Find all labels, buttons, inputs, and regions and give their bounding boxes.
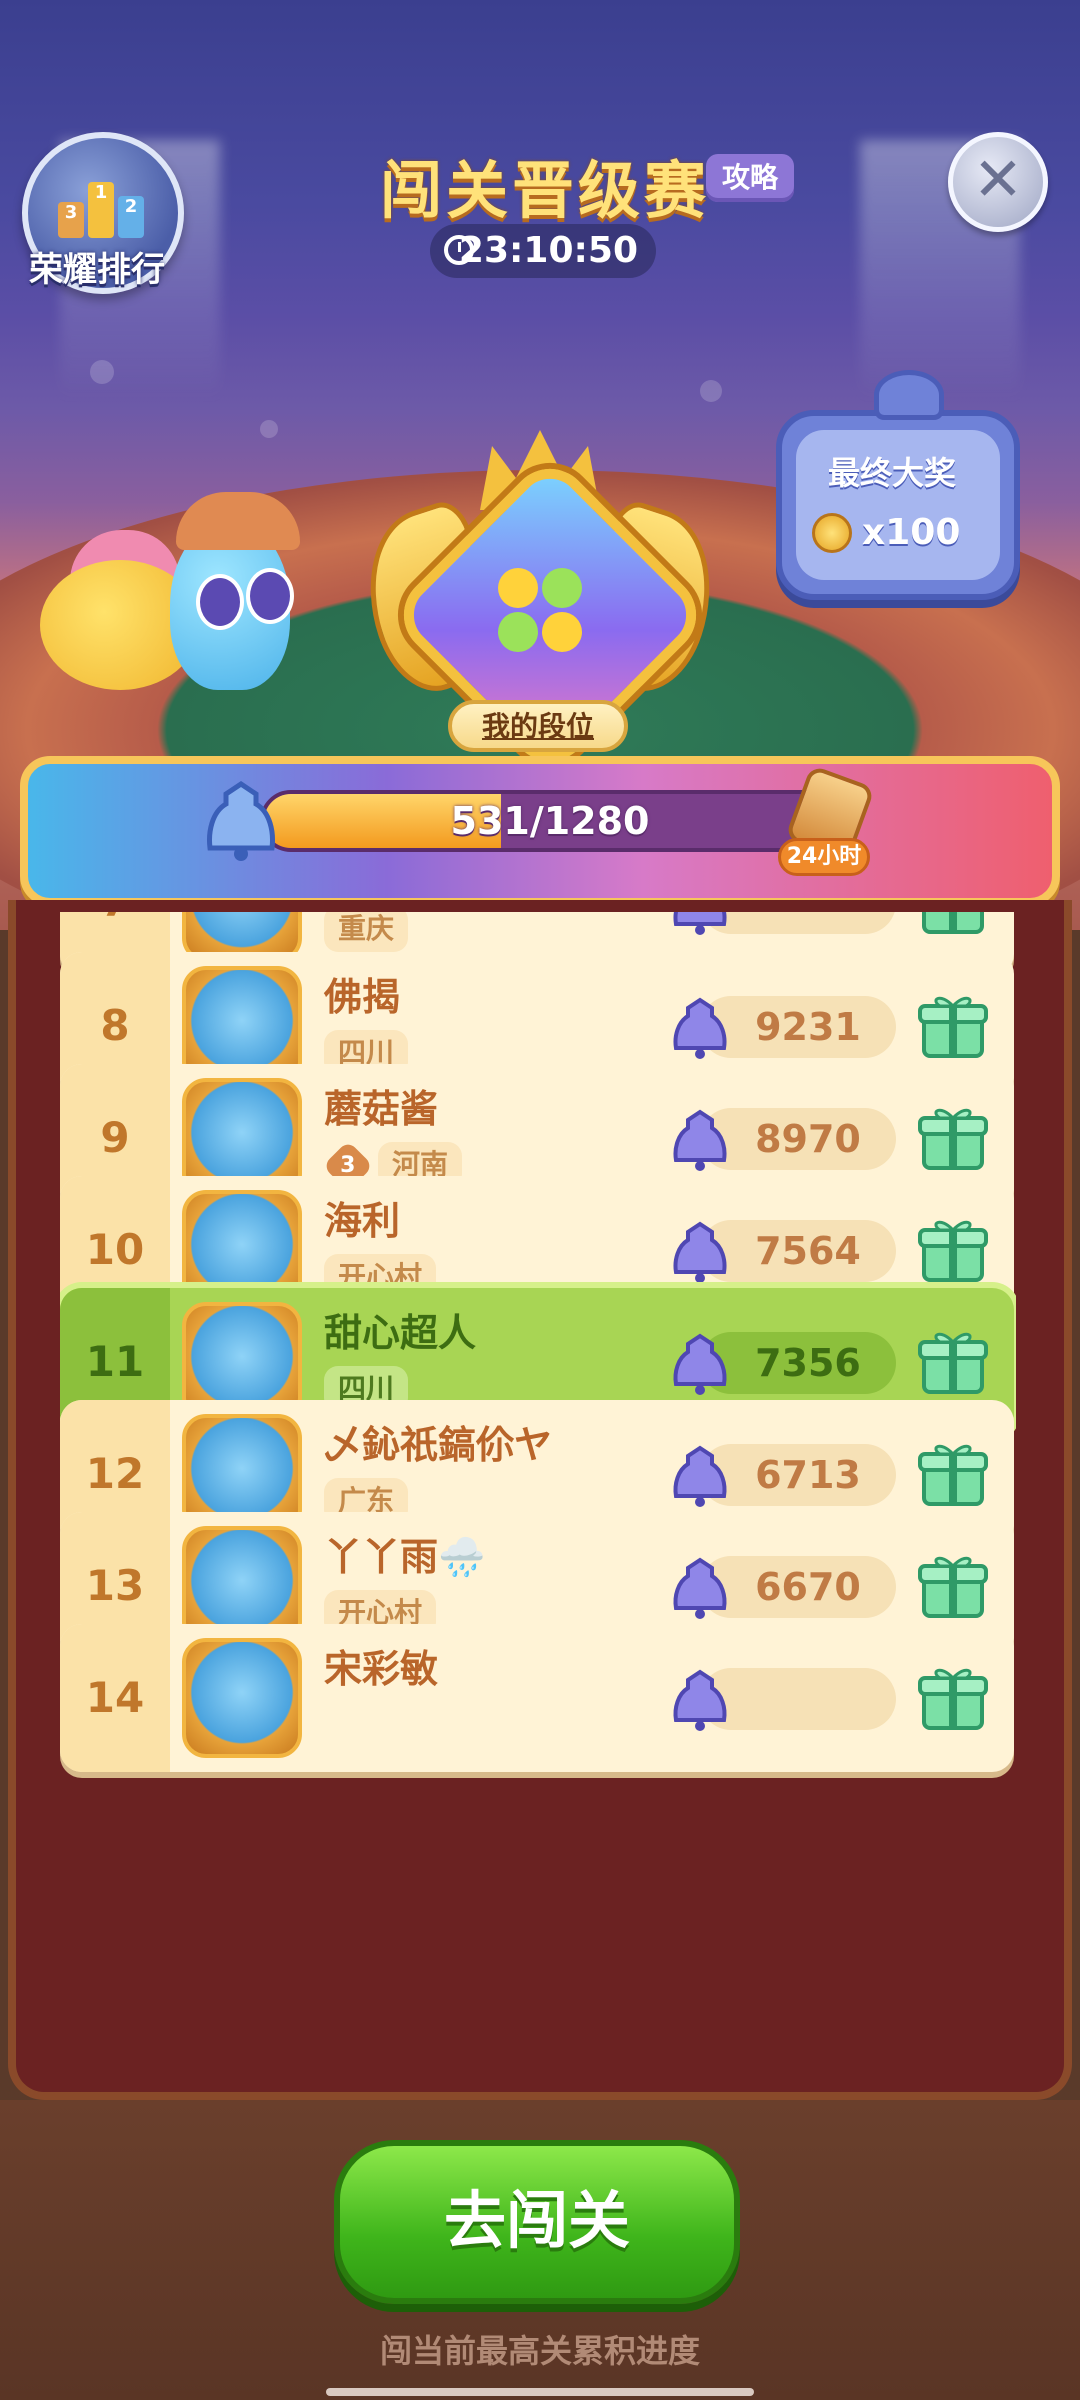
page-title: 闯关晋级赛 [380, 154, 711, 227]
final-prize-amount-group: x100 [812, 512, 960, 553]
clover-icon [498, 568, 582, 652]
bell-icon [666, 1666, 734, 1734]
tv-knob [874, 370, 944, 420]
leaderboard-list[interactable]: 7重庆8佛揭四川92319蘑菇酱河南3897010海利开心村756411甜心超人… [60, 912, 1016, 2092]
bokeh-light [90, 360, 114, 384]
rank-number: 14 [85, 1673, 145, 1722]
clock-icon [444, 235, 474, 265]
gift-icon[interactable] [918, 1326, 988, 1398]
player-score: 9231 [755, 1005, 861, 1049]
player-name: 佛揭 [324, 975, 401, 1019]
player-name: 宋彩敏 [324, 1647, 439, 1691]
gift-icon[interactable] [918, 1214, 988, 1286]
progress-text: 531/1280 [450, 799, 650, 843]
honor-ranking-label: 荣耀排行 [29, 250, 165, 290]
player-score: 8970 [755, 1117, 861, 1161]
guide-button[interactable]: 攻略 [706, 154, 794, 202]
player-score: 6713 [755, 1453, 861, 1497]
player-name: 海利 [324, 1199, 401, 1243]
gift-icon[interactable] [918, 1550, 988, 1622]
gift-icon[interactable] [918, 1438, 988, 1510]
final-prize-card[interactable]: 最终大奖 x100 [776, 370, 1020, 600]
bell-icon [666, 912, 734, 938]
gift-icon[interactable] [918, 1662, 988, 1734]
mascot-eye [246, 568, 294, 624]
countdown-timer: 23:10:50 [430, 224, 656, 278]
mascot-eye [196, 574, 244, 630]
player-score: 7564 [755, 1229, 861, 1273]
player-name: 乄鈊祇鎬伱ヤ [324, 1423, 553, 1467]
bokeh-light [260, 420, 278, 438]
home-indicator[interactable] [326, 2388, 754, 2396]
progress-tip: 闯当前最高关累积进度 [379, 2332, 700, 2370]
coin-icon [812, 512, 852, 553]
time-badge: 24小时 [778, 838, 870, 876]
gift-icon[interactable] [918, 1102, 988, 1174]
close-button[interactable]: ✕ [948, 132, 1048, 232]
player-region: 重庆 [324, 912, 409, 952]
player-name: 丫丫雨🌧️ [324, 1535, 486, 1579]
go-challenge-button[interactable]: 去闯关 [334, 2140, 740, 2304]
bokeh-light [700, 380, 722, 402]
gift-icon[interactable] [918, 912, 988, 938]
player-avatar[interactable] [182, 1638, 302, 1758]
bell-icon [207, 780, 275, 861]
gift-icon[interactable] [918, 990, 988, 1062]
player-name: 甜心超人 [324, 1311, 477, 1355]
timer-text: 23:10:50 [458, 230, 638, 271]
player-name: 蘑菇酱 [324, 1087, 439, 1131]
player-score: 6670 [755, 1565, 861, 1609]
podium-icon: 312 [58, 182, 144, 238]
final-prize-title: 最终大奖 [827, 454, 956, 492]
final-prize-amount: x100 [862, 512, 961, 553]
my-level-button[interactable]: 我的段位 [448, 700, 628, 752]
leaderboard-row[interactable]: 14 宋彩敏 [60, 1624, 1014, 1772]
player-score: 7356 [755, 1341, 861, 1385]
